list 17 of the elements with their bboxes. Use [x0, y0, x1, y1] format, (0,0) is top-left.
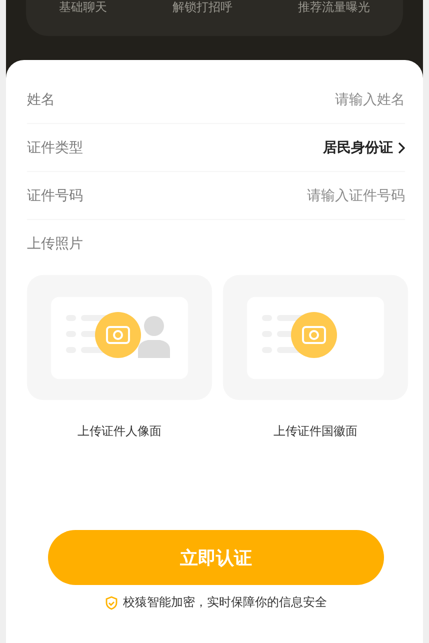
- upload-card[interactable]: [27, 275, 212, 400]
- section-title: 上传照片: [27, 235, 84, 253]
- benefit-label: 解锁打招呼: [172, 0, 232, 14]
- upload-card[interactable]: [223, 275, 408, 400]
- chevron-icon: [397, 142, 405, 154]
- field-label: 姓名: [27, 90, 55, 108]
- upload-label: 上传证件国徽面: [274, 423, 358, 440]
- field-label: 证件类型: [27, 138, 83, 156]
- security-note: 校猿智能加密，实时保障你的信息安全: [123, 594, 327, 611]
- benefit-label: 推荐流量曝光: [298, 0, 370, 14]
- input-field[interactable]: 请输入证件号码: [235, 188, 405, 204]
- benefit-label: 基础聊天: [58, 0, 107, 14]
- field-label: 证件号码: [27, 186, 83, 204]
- input-field[interactable]: 请输入姓名: [235, 92, 405, 108]
- upload-label: 上传证件人像面: [78, 423, 162, 440]
- shield-icon: [105, 596, 118, 610]
- type-selector[interactable]: 居民身份证: [323, 138, 405, 156]
